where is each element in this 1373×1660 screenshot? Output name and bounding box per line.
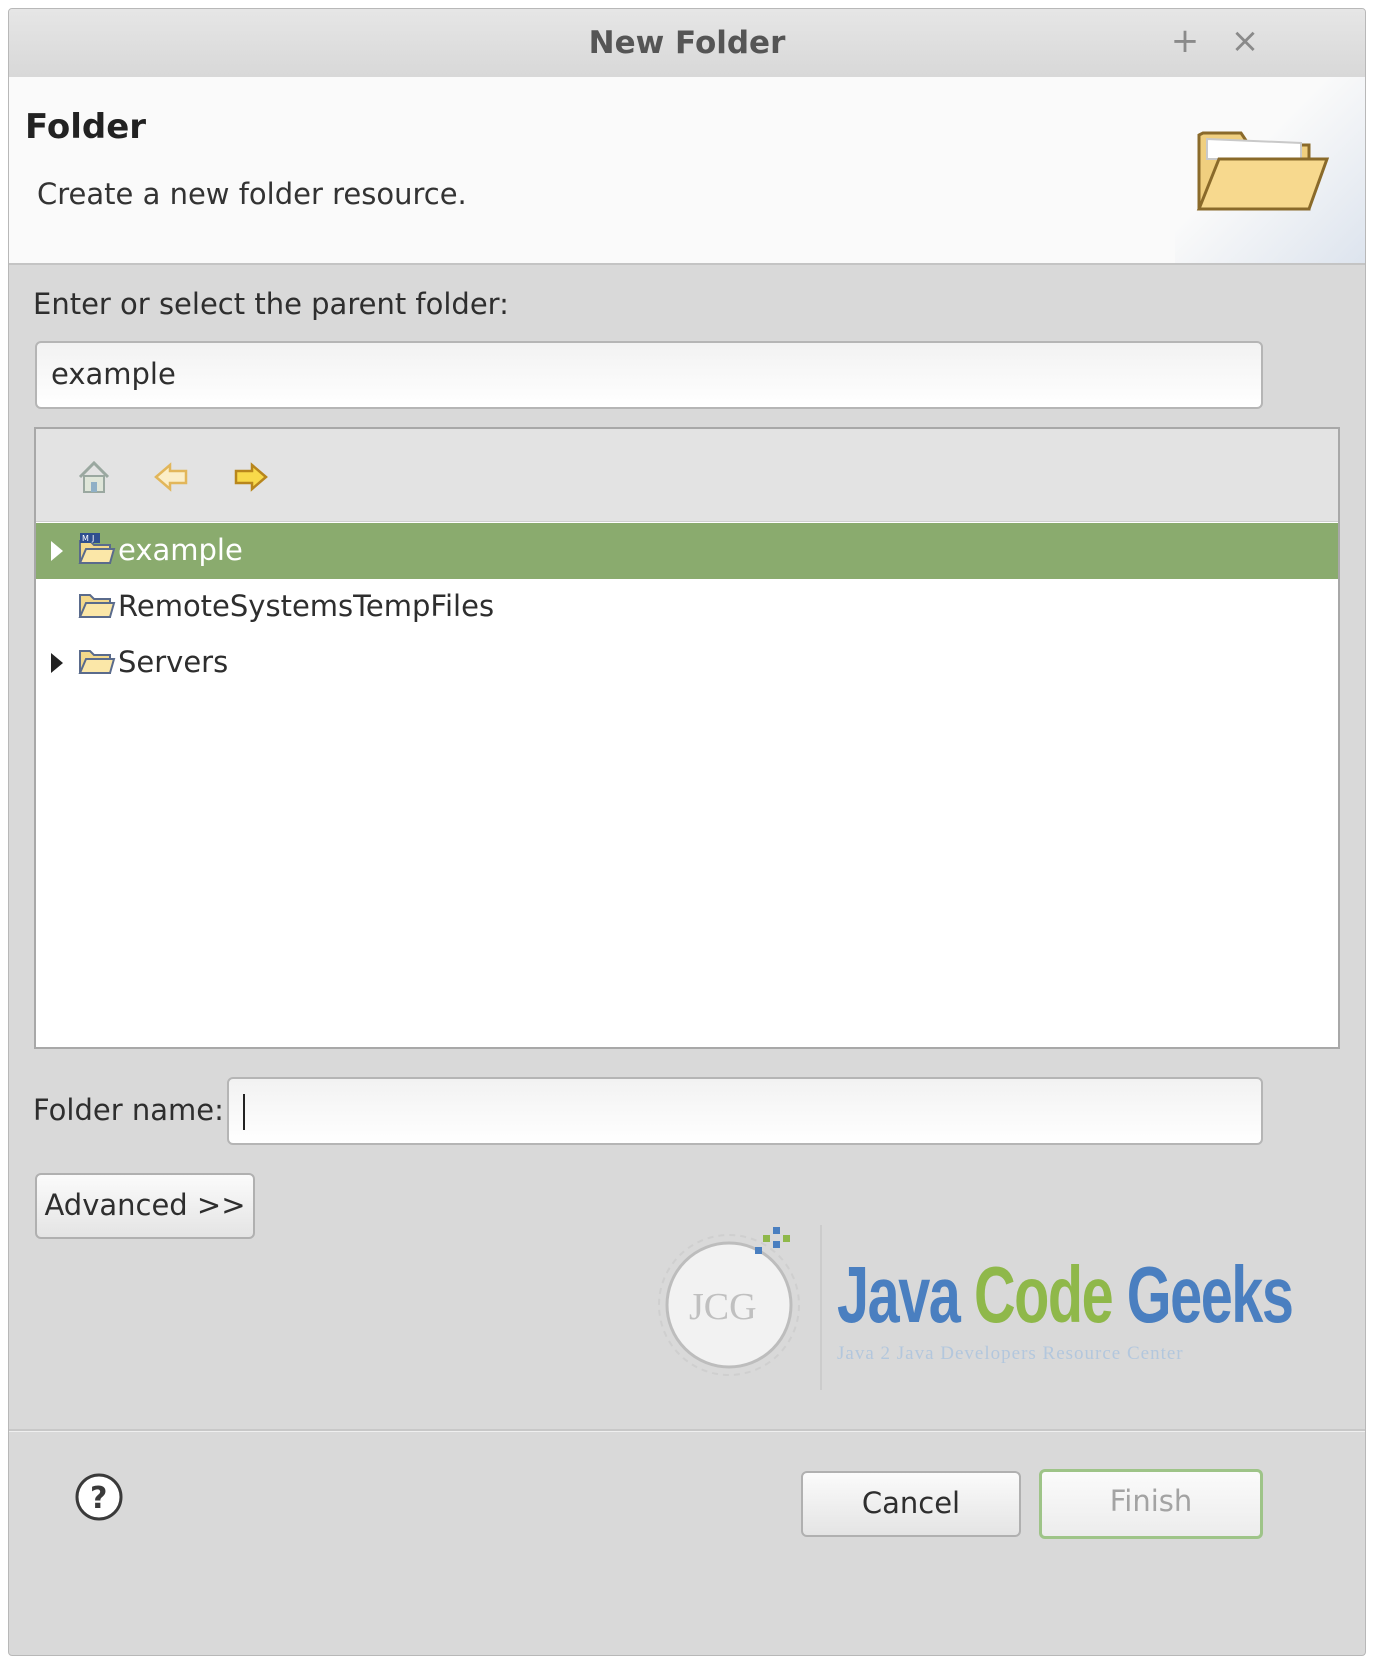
maven-project-folder-icon: M J: [78, 533, 116, 564]
new-folder-dialog: New Folder + × Folder Create a new folde…: [8, 8, 1366, 1656]
title-bar: New Folder + ×: [9, 9, 1365, 78]
page-title: Folder: [25, 107, 147, 147]
tree-item-example[interactable]: M J example: [36, 523, 1338, 579]
help-icon[interactable]: ?: [73, 1471, 125, 1523]
folder-icon: [78, 650, 116, 674]
watermark-wordmark: Java Code Geeks: [837, 1249, 1294, 1341]
parent-folder-input[interactable]: example: [35, 341, 1263, 409]
watermark-tagline: Java 2 Java Developers Resource Center: [837, 1343, 1184, 1364]
svg-text:M: M: [82, 534, 89, 543]
help-glyph: ?: [90, 1481, 107, 1516]
maximize-button[interactable]: +: [1165, 21, 1205, 61]
window-title: New Folder: [588, 25, 786, 61]
finish-button[interactable]: Finish: [1039, 1469, 1263, 1539]
expand-arrow-icon[interactable]: [49, 651, 65, 675]
svg-text:J: J: [91, 534, 94, 543]
cancel-button[interactable]: Cancel: [801, 1471, 1021, 1537]
expand-arrow-icon[interactable]: [49, 539, 65, 563]
folder-tree-panel: M J example RemoteSystemsTempFiles Serve…: [34, 427, 1340, 1049]
tree-item-label: RemoteSystemsTempFiles: [118, 589, 495, 623]
tree-toolbar: [36, 429, 1338, 522]
tree-item-label: example: [118, 533, 243, 567]
close-button[interactable]: ×: [1225, 21, 1265, 61]
forward-arrow-icon[interactable]: [230, 457, 270, 497]
tree-item-remotesystemstempfiles[interactable]: RemoteSystemsTempFiles: [36, 579, 1338, 635]
text-cursor: [243, 1094, 245, 1130]
folder-name-label: Folder name:: [33, 1093, 224, 1127]
tree-item-servers[interactable]: Servers: [36, 635, 1338, 691]
wordmark-java: Java: [837, 1250, 961, 1339]
tree-item-label: Servers: [118, 645, 229, 679]
banner-art: [1175, 77, 1365, 263]
wizard-banner: Folder Create a new folder resource.: [9, 77, 1365, 265]
page-description: Create a new folder resource.: [37, 177, 467, 211]
folder-name-input[interactable]: [227, 1077, 1263, 1145]
parent-folder-label: Enter or select the parent folder:: [33, 287, 509, 321]
button-bar-separator: [9, 1429, 1365, 1432]
open-folder-icon: [1196, 131, 1330, 211]
folder-icon: [78, 594, 116, 618]
jcg-badge-text: JCG: [689, 1286, 757, 1328]
advanced-button[interactable]: Advanced >>: [35, 1173, 255, 1239]
wordmark-geeks: Geeks: [1126, 1250, 1294, 1339]
wordmark-code: Code: [973, 1250, 1114, 1339]
jcg-logo-icon: JCG: [658, 1225, 822, 1390]
java-code-geeks-watermark: JCG Java Code Geeks Java 2 Java Develope…: [649, 1215, 1294, 1395]
home-icon[interactable]: [74, 457, 114, 497]
back-arrow-icon[interactable]: [152, 457, 192, 497]
